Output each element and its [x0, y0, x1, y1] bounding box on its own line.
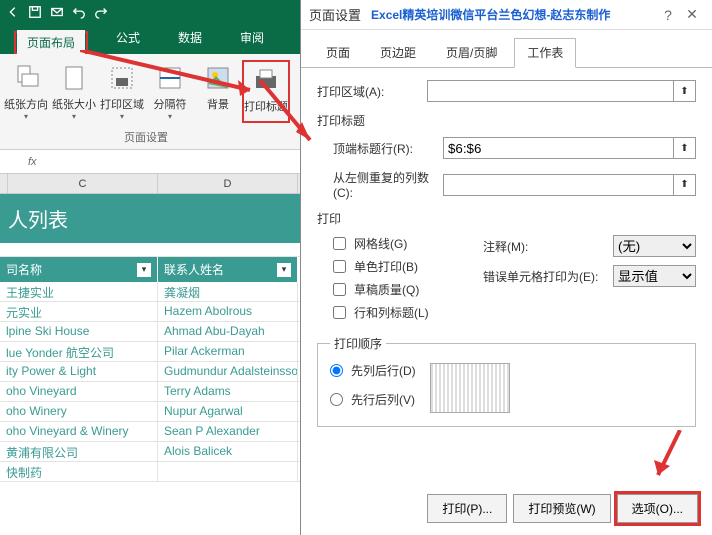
cell-contact[interactable]: Gudmundur Adalsteinsson	[158, 362, 298, 381]
cell-company[interactable]: ity Power & Light	[0, 362, 158, 381]
gridlines-label: 网格线(G)	[354, 235, 407, 252]
options-button[interactable]: 选项(O)...	[617, 494, 698, 523]
comments-label: 注释(M):	[483, 238, 613, 255]
cell-contact[interactable]	[158, 462, 298, 481]
help-button[interactable]: ?	[656, 7, 680, 23]
dialog-footer: 打印(P)... 打印预览(W) 选项(O)...	[427, 494, 698, 523]
print-order-fieldset: 打印顺序 先列后行(D) 先行后列(V)	[317, 335, 696, 427]
cell-contact[interactable]: Sean P Alexander	[158, 422, 298, 441]
print-titles-button[interactable]: 打印标题	[242, 60, 290, 123]
background-button[interactable]: 背景	[194, 60, 242, 123]
order-down-radio[interactable]	[330, 364, 343, 377]
print-area-button[interactable]: 打印区域▾	[98, 60, 146, 123]
comments-select[interactable]: (无)	[613, 235, 696, 257]
th-contact[interactable]: 联系人姓名▾	[158, 257, 298, 282]
save-icon[interactable]	[28, 5, 42, 19]
cell-company[interactable]: 快制药	[0, 462, 158, 481]
print-area-icon	[106, 62, 138, 94]
cell-contact[interactable]: Ahmad Abu-Dayah	[158, 322, 298, 341]
filter-dropdown-icon[interactable]: ▾	[277, 263, 291, 277]
range-picker-icon[interactable]: ⬆	[674, 137, 696, 159]
rowcol-checkbox[interactable]	[333, 306, 346, 319]
draft-checkbox[interactable]	[333, 283, 346, 296]
col-header[interactable]	[0, 174, 8, 193]
tab-data[interactable]: 数据	[168, 23, 212, 54]
fx-label: fx	[28, 156, 37, 168]
cell-company[interactable]: oho Winery	[0, 402, 158, 421]
preview-button[interactable]: 打印预览(W)	[513, 494, 610, 523]
back-icon[interactable]	[6, 5, 20, 19]
dtab-headerfooter[interactable]: 页眉/页脚	[433, 38, 510, 67]
dialog-body: 打印区域(A): ⬆ 打印标题 顶端标题行(R): ⬆ 从左侧重复的列数(C):…	[301, 68, 712, 439]
cell-contact[interactable]: Hazem Abolrous	[158, 302, 298, 321]
gridlines-checkbox[interactable]	[333, 237, 346, 250]
rowcol-label: 行和列标题(L)	[354, 304, 429, 321]
size-button[interactable]: 纸张大小▾	[50, 60, 98, 123]
order-preview-icon	[430, 363, 510, 413]
col-header-d[interactable]: D	[158, 174, 298, 193]
breaks-icon	[154, 62, 186, 94]
print-button[interactable]: 打印(P)...	[427, 494, 507, 523]
cell-company[interactable]: oho Vineyard & Winery	[0, 422, 158, 441]
tab-page-layout[interactable]: 页面布局	[17, 30, 85, 58]
orientation-icon	[10, 62, 42, 94]
dtab-page[interactable]: 页面	[313, 38, 363, 67]
dialog-subtitle: Excel精英培训微信平台兰色幻想-赵志东制作	[371, 6, 610, 23]
tab-review[interactable]: 审阅	[230, 23, 274, 54]
errors-select[interactable]: 显示值	[613, 265, 696, 287]
dtab-margins[interactable]: 页边距	[367, 38, 429, 67]
th-company[interactable]: 司名称▾	[0, 257, 158, 282]
range-picker-icon[interactable]: ⬆	[674, 80, 696, 102]
order-over-label: 先行后列(V)	[351, 391, 415, 408]
print-section: 打印	[317, 210, 696, 227]
cell-company[interactable]: lue Yonder 航空公司	[0, 342, 158, 361]
cell-contact[interactable]: Nupur Agarwal	[158, 402, 298, 421]
print-area-label: 打印区域(A):	[317, 83, 427, 100]
redo-icon[interactable]	[94, 5, 108, 19]
print-titles-icon	[250, 64, 282, 96]
col-header-c[interactable]: C	[8, 174, 158, 193]
left-col-label: 从左侧重复的列数(C):	[333, 169, 443, 200]
undo-icon[interactable]	[72, 5, 86, 19]
dialog-tabs: 页面 页边距 页眉/页脚 工作表	[301, 30, 712, 68]
breaks-button[interactable]: 分隔符▾	[146, 60, 194, 123]
top-row-label: 顶端标题行(R):	[333, 140, 443, 157]
order-down-label: 先列后行(D)	[351, 362, 416, 379]
ribbon-group-label: 页面设置	[124, 129, 168, 145]
dialog-title: 页面设置	[309, 5, 361, 24]
print-titles-section: 打印标题	[317, 112, 696, 129]
cell-company[interactable]: lpine Ski House	[0, 322, 158, 341]
cell-company[interactable]: 王捷实业	[0, 282, 158, 301]
cell-contact[interactable]: 龚凝烟	[158, 282, 298, 301]
cell-contact[interactable]: Terry Adams	[158, 382, 298, 401]
range-picker-icon[interactable]: ⬆	[674, 174, 696, 196]
order-over-radio[interactable]	[330, 393, 343, 406]
page-size-icon	[58, 62, 90, 94]
draft-label: 草稿质量(Q)	[354, 281, 419, 298]
cell-company[interactable]: 元实业	[0, 302, 158, 321]
dtab-sheet[interactable]: 工作表	[514, 38, 576, 68]
page-setup-dialog: 页面设置 Excel精英培训微信平台兰色幻想-赵志东制作 ? ✕ 页面 页边距 …	[300, 0, 712, 535]
filter-dropdown-icon[interactable]: ▾	[137, 263, 151, 277]
cell-contact[interactable]: Alois Balicek	[158, 442, 298, 461]
background-icon	[202, 62, 234, 94]
cell-contact[interactable]: Pilar Ackerman	[158, 342, 298, 361]
top-row-input[interactable]	[443, 137, 674, 159]
bw-checkbox[interactable]	[333, 260, 346, 273]
bw-label: 单色打印(B)	[354, 258, 418, 275]
close-button[interactable]: ✕	[680, 6, 704, 23]
print-order-legend: 打印顺序	[330, 335, 386, 352]
print-area-input[interactable]	[427, 80, 674, 102]
mail-icon[interactable]	[50, 5, 64, 19]
dialog-titlebar: 页面设置 Excel精英培训微信平台兰色幻想-赵志东制作 ? ✕	[301, 0, 712, 30]
cell-company[interactable]: 黄浦有限公司	[0, 442, 158, 461]
tab-formulas[interactable]: 公式	[106, 23, 150, 54]
ribbon-group-page-setup: 纸张方向▾ 纸张大小▾ 打印区域▾ 分隔符▾ 背景 打印标题 页面设置	[2, 60, 290, 145]
cell-company[interactable]: oho Vineyard	[0, 382, 158, 401]
left-col-input[interactable]	[443, 174, 674, 196]
orientation-button[interactable]: 纸张方向▾	[2, 60, 50, 123]
errors-label: 错误单元格打印为(E):	[483, 268, 613, 285]
